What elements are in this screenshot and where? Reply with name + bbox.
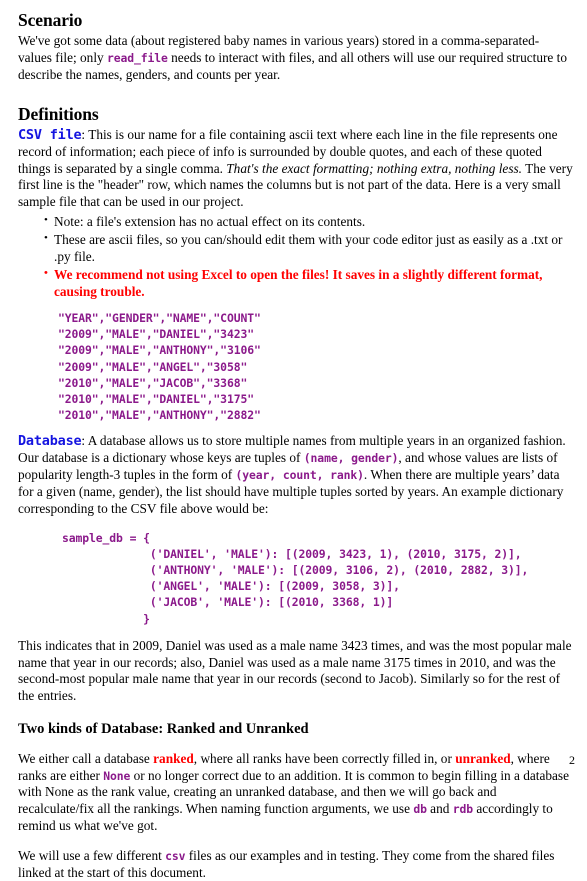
page-number: 2 bbox=[569, 753, 575, 767]
document-page: Scenario We've got some data (about regi… bbox=[0, 0, 587, 881]
two-kinds-paragraph-1: We either call a database ranked, where … bbox=[18, 751, 573, 835]
csv-definition-paragraph: CSV file: This is our name for a file co… bbox=[18, 127, 573, 211]
list-item: Note: a file's extension has no actual e… bbox=[44, 212, 573, 230]
two-kinds-paragraph-2: We will use a few different csv files as… bbox=[18, 848, 573, 881]
section-heading-two-kinds: Two kinds of Database: Ranked and Unrank… bbox=[18, 721, 309, 738]
csv-notes-list: Note: a file's extension has no actual e… bbox=[18, 212, 573, 300]
term-database: Database bbox=[18, 433, 82, 450]
inline-code-csv: csv bbox=[165, 848, 186, 863]
inline-code-year-count-rank: (year, count, rank) bbox=[235, 468, 365, 483]
database-definition-paragraph: Database: A database allows us to store … bbox=[18, 433, 573, 517]
database-explanation-paragraph: This indicates that in 2009, Daniel was … bbox=[18, 637, 572, 704]
section-heading-scenario: Scenario bbox=[18, 10, 83, 30]
csv-sample-code-block: "YEAR","GENDER","NAME","COUNT" "2009","M… bbox=[58, 311, 261, 423]
inline-code-read-file: read_file bbox=[107, 50, 168, 65]
term-csv-file: CSV file bbox=[18, 126, 82, 143]
inline-code-db: db bbox=[413, 802, 427, 817]
inline-code-none: None bbox=[103, 768, 131, 783]
sample-db-code-block: sample_db = { ('DANIEL', 'MALE'): [(2009… bbox=[62, 530, 529, 626]
scenario-paragraph: We've got some data (about registered ba… bbox=[18, 33, 573, 83]
csv-italic-note: That's the exact formatting; nothing ext… bbox=[226, 160, 523, 176]
inline-code-rdb: rdb bbox=[452, 802, 473, 817]
section-heading-definitions: Definitions bbox=[18, 103, 99, 124]
two-kinds-p2-text-a: We will use a few different bbox=[18, 847, 166, 863]
list-item-warning: We recommend not using Excel to open the… bbox=[44, 266, 573, 300]
list-item: These are ascii files, so you can/should… bbox=[44, 231, 573, 265]
inline-code-name-gender: (name, gender) bbox=[303, 451, 399, 466]
two-kinds-text-e: and bbox=[426, 801, 453, 817]
